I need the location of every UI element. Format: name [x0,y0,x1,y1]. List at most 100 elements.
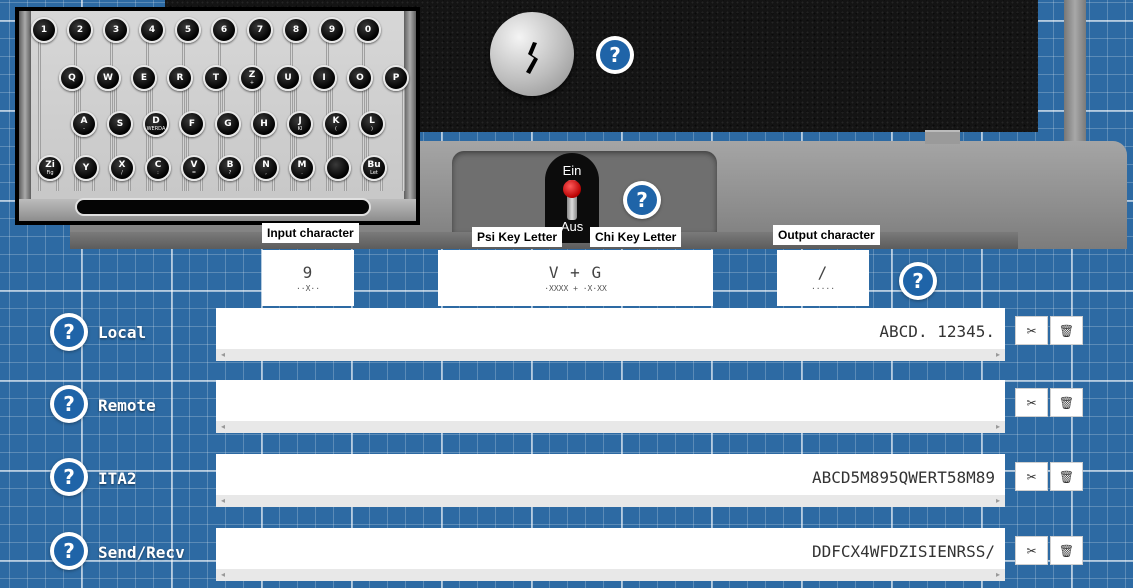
scroll-left-icon[interactable]: ◂ [221,350,225,359]
key-main-label: 2 [76,24,84,35]
local-delete-button[interactable]: 🗑 [1050,316,1083,345]
local-tape[interactable]: ABCD. 12345. ◂ ▸ [216,308,1005,361]
keyboard-key[interactable]: X / [109,155,135,181]
keyboard-key[interactable]: Bu Let [361,155,387,181]
key-sub-label: ? [228,169,232,176]
keyboard-key[interactable]: K( [323,111,349,137]
help-button-local[interactable]: ? [50,313,88,351]
input-character-value: 9 [302,263,314,282]
scroll-left-icon[interactable]: ◂ [221,496,225,505]
keyboard-key[interactable]: 4 [139,17,165,43]
send-recv-tape[interactable]: DDFCX4WFDZISIENRSS/ ◂ ▸ [216,528,1005,581]
keyboard-key[interactable]: 8 [283,17,309,43]
scroll-right-icon[interactable]: ▸ [996,422,1000,431]
keyboard-key[interactable]: U [275,65,301,91]
remote-tape[interactable]: ◂ ▸ [216,380,1005,433]
help-button-key-lock[interactable]: ? [596,36,634,74]
key-main-label: 7 [256,24,264,35]
key-sub-label: , [265,169,267,176]
local-tape-scrollbar[interactable]: ◂ ▸ [216,349,1005,361]
key-letter-code: ·XXXX + ·X·XX [544,284,607,293]
key-main-label: Bu [367,159,381,170]
send-recv-cut-button[interactable]: ✂ [1015,536,1048,565]
scroll-right-icon[interactable]: ▸ [996,496,1000,505]
key-sub-label: ( [335,125,337,132]
keyboard-key[interactable]: A- [71,111,97,137]
spacebar[interactable] [75,198,371,216]
keyboard-key[interactable]: Zi Fig [37,155,63,181]
scroll-left-icon[interactable]: ◂ [221,422,225,431]
help-button-switch[interactable]: ? [623,181,661,219]
keyboard-key[interactable]: L) [359,111,385,137]
scroll-right-icon[interactable]: ▸ [996,350,1000,359]
key-sub-label: WERDA [146,125,166,132]
keyboard-key[interactable]: F [179,111,205,137]
chi-key-letter-label: Chi Key Letter [590,227,682,247]
keyboard-key[interactable]: Y [73,155,99,181]
keyboard-key[interactable]: V = [181,155,207,181]
keyboard-key[interactable]: B? [217,155,243,181]
keyboard-key[interactable]: W [95,65,121,91]
keyboard-key[interactable]: J Kl [287,111,313,137]
help-button-characters[interactable]: ? [899,262,937,300]
keyboard-key[interactable]: 0 [355,17,381,43]
keyboard-key[interactable]: H [251,111,277,137]
keyboard-key[interactable]: O [347,65,373,91]
remote-cut-button[interactable]: ✂ [1015,388,1048,417]
local-cut-button[interactable]: ✂ [1015,316,1048,345]
keyboard-key[interactable]: 3 [103,17,129,43]
keyboard-rod [402,85,405,191]
key-main-label: D [152,115,160,126]
keyboard-key[interactable]: C: [145,155,171,181]
input-character-display: 9 ··X·· [262,250,354,306]
keyboard-key[interactable]: N, [253,155,279,181]
keyboard-key[interactable]: G [215,111,241,137]
key-letter-value: V + G [548,263,603,282]
help-button-ita2[interactable]: ? [50,458,88,496]
keyboard-key[interactable]: Z + [239,65,265,91]
ita2-cut-button[interactable]: ✂ [1015,462,1048,491]
key-lock[interactable] [490,12,574,96]
keyboard-key[interactable]: T [203,65,229,91]
scroll-right-icon[interactable]: ▸ [996,570,1000,579]
keyboard-key[interactable]: I [311,65,337,91]
key-letter-display: V + G ·XXXX + ·X·XX [438,250,713,306]
local-label: Local [98,323,147,342]
scissors-icon: ✂ [1026,543,1037,558]
keyboard-key[interactable]: 7 [247,17,273,43]
output-character-display: / ····· [777,250,869,306]
keyboard-key[interactable]: Q [59,65,85,91]
keyboard-key[interactable]: 9 [319,17,345,43]
keyboard-key[interactable]: 2 [67,17,93,43]
key-sub-label: . [301,169,303,176]
key-main-label: P [392,72,400,83]
remote-delete-button[interactable]: 🗑 [1050,388,1083,417]
keyboard-key[interactable]: D WERDA [143,111,169,137]
local-tape-text: ABCD. 12345. [879,322,995,341]
keyboard-key[interactable] [325,155,351,181]
help-button-remote[interactable]: ? [50,385,88,423]
scroll-left-icon[interactable]: ◂ [221,570,225,579]
key-main-label: 6 [220,24,228,35]
key-main-label: 3 [112,24,120,35]
keyboard-key[interactable]: E [131,65,157,91]
send-recv-tape-scrollbar[interactable]: ◂ ▸ [216,569,1005,581]
ita2-delete-button[interactable]: 🗑 [1050,462,1083,491]
keyboard-key[interactable]: 5 [175,17,201,43]
key-main-label: K [332,115,340,126]
trash-icon: 🗑 [1058,395,1075,410]
keyboard-key[interactable]: M. [289,155,315,181]
key-sub-label: Fig [46,169,54,176]
send-recv-delete-button[interactable]: 🗑 [1050,536,1083,565]
keyboard-key[interactable]: 1 [31,17,57,43]
switch-on-label: Ein [562,163,582,178]
keyboard-key[interactable]: R [167,65,193,91]
remote-tape-scrollbar[interactable]: ◂ ▸ [216,421,1005,433]
keyboard-key[interactable]: S [107,111,133,137]
help-button-send-recv[interactable]: ? [50,532,88,570]
key-main-label: 5 [184,24,192,35]
keyboard-key[interactable]: 6 [211,17,237,43]
ita2-tape[interactable]: ABCD5M895QWERT58M89 ◂ ▸ [216,454,1005,507]
ita2-tape-scrollbar[interactable]: ◂ ▸ [216,495,1005,507]
keyboard-key[interactable]: P [383,65,409,91]
